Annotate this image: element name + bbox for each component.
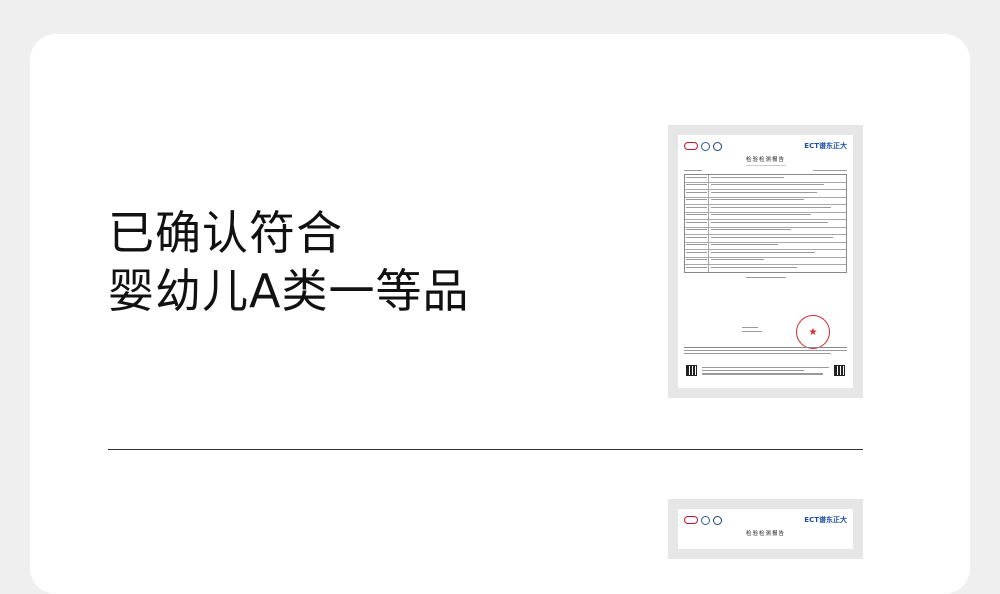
official-seal: ★ bbox=[796, 315, 830, 349]
ilac-logo-icon bbox=[701, 515, 710, 525]
report-header: ECT谱东正大 bbox=[678, 509, 853, 525]
certification-logos bbox=[684, 515, 722, 525]
report-footer bbox=[684, 347, 847, 355]
report-brand: ECT谱东正大 bbox=[804, 516, 847, 524]
report-header: ECT谱东正大 bbox=[678, 135, 853, 151]
inspection-report-image-2: ECT谱东正大 检验检测报告 bbox=[668, 499, 863, 559]
qr-code-icon bbox=[686, 365, 697, 376]
report-note bbox=[678, 276, 853, 278]
qr-code-icon bbox=[834, 365, 845, 376]
ilac-logo-icon bbox=[701, 141, 710, 151]
report-title: 检验检测报告 bbox=[745, 531, 785, 537]
certification-logos bbox=[684, 141, 722, 151]
report-table bbox=[684, 174, 847, 273]
headline-line-1: 已确认符合 bbox=[108, 206, 343, 260]
headline-line-2: 婴幼儿A类一等品 bbox=[108, 264, 470, 318]
signature-block bbox=[742, 327, 762, 333]
report-page: ECT谱东正大 检验检测报告 bbox=[678, 509, 853, 549]
report-page: ECT谱东正大 检验检测报告 bbox=[678, 135, 853, 388]
report-meta bbox=[678, 166, 853, 172]
footer-fine-print bbox=[702, 367, 829, 375]
cma-logo-icon bbox=[684, 141, 698, 150]
section-divider bbox=[108, 449, 863, 450]
seal-star-icon: ★ bbox=[808, 326, 818, 338]
report-brand: ECT谱东正大 bbox=[804, 142, 847, 150]
inspection-report-image: ECT谱东正大 检验检测报告 ★ bbox=[668, 125, 863, 398]
headline: 已确认符合 婴幼儿A类一等品 bbox=[108, 204, 469, 320]
cnas-logo-icon bbox=[713, 141, 722, 151]
report-title: 检验检测报告 bbox=[745, 157, 785, 163]
cma-logo-icon bbox=[684, 515, 698, 524]
cnas-logo-icon bbox=[713, 515, 722, 525]
